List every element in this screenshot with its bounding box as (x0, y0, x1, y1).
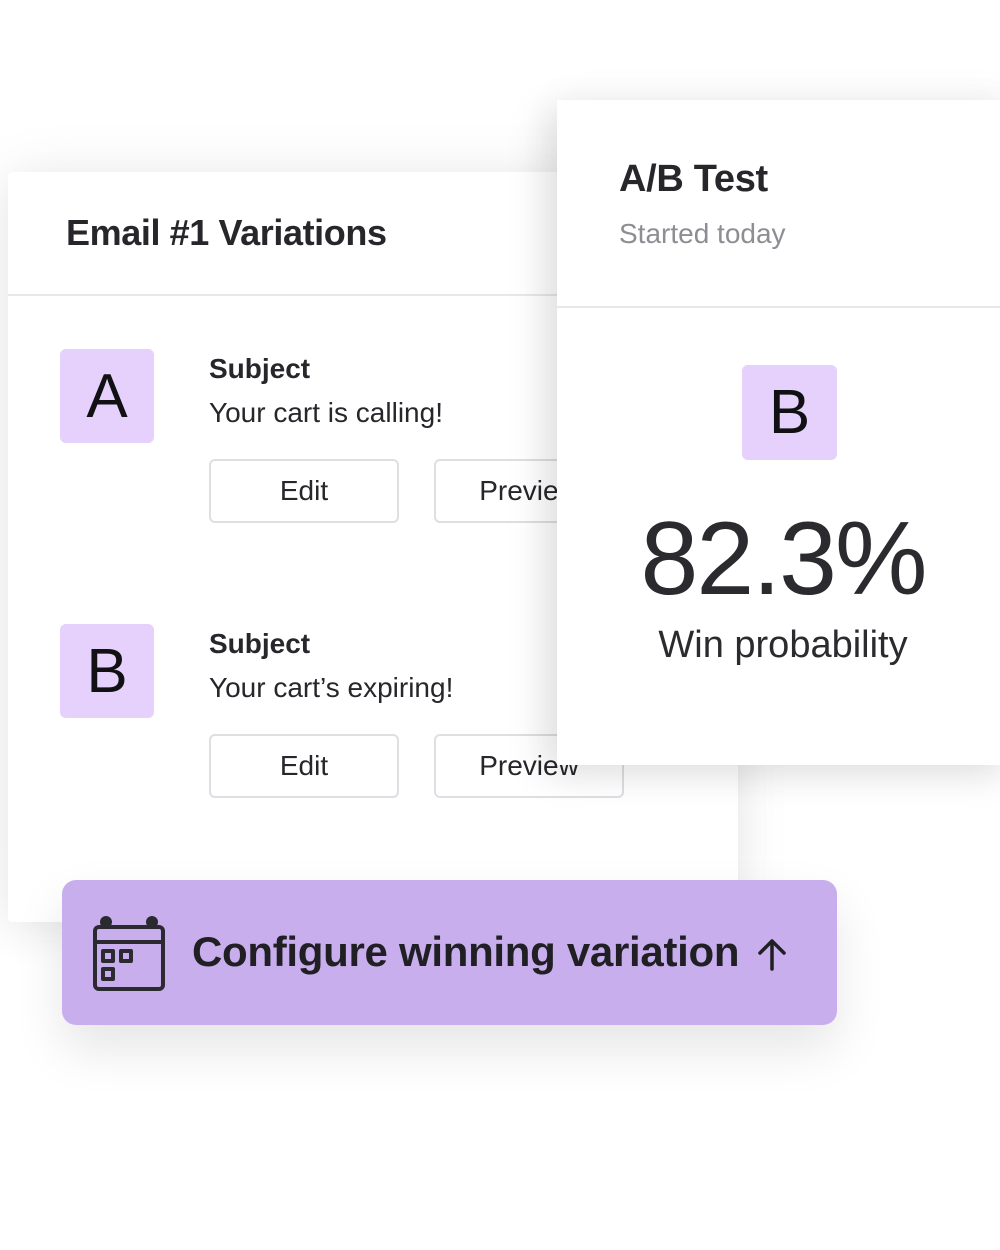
edit-button[interactable]: Edit (209, 734, 399, 798)
ab-test-header: A/B Test Started today (557, 100, 1000, 308)
ab-test-status: Started today (619, 218, 786, 249)
ab-test-title: A/B Test (619, 158, 768, 200)
arrow-up-icon (758, 939, 786, 971)
calendar-icon (93, 916, 165, 991)
ab-test-card: A/B Test Started today B 82.3% Win proba… (557, 100, 1000, 765)
subject-text: Your cart’s expiring! (209, 672, 454, 703)
canvas: Email #1 Variations A Subject Your cart … (0, 0, 1000, 1250)
win-probability-label: Win probability (658, 624, 908, 666)
win-probability-value: 82.3% (640, 501, 928, 617)
variation-letter-badge: A (60, 349, 154, 443)
variations-title: Email #1 Variations (66, 212, 387, 253)
configure-winning-variation-button[interactable]: Configure winning variation (62, 880, 837, 1025)
configure-button-label: Configure winning variation (192, 928, 740, 975)
subject-label: Subject (209, 628, 311, 659)
variation-letter-badge: B (60, 624, 154, 718)
subject-text: Your cart is calling! (209, 397, 443, 428)
edit-button[interactable]: Edit (209, 459, 399, 523)
subject-label: Subject (209, 353, 311, 384)
winner-letter-badge: B (742, 365, 837, 460)
